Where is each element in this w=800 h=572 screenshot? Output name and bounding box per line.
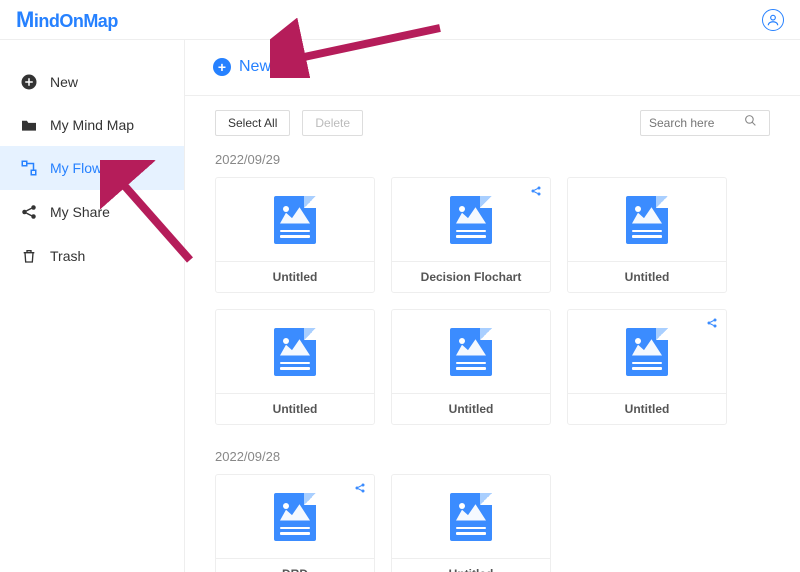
- plus-circle-icon: [20, 73, 38, 91]
- new-button-label: New: [239, 58, 271, 76]
- file-title: Decision Flochart: [392, 262, 550, 292]
- file-thumbnail: [568, 310, 726, 394]
- file-card[interactable]: DRD: [215, 474, 375, 572]
- share-icon: [20, 203, 38, 221]
- file-title: Untitled: [568, 262, 726, 292]
- new-button[interactable]: + New: [213, 58, 271, 76]
- sidebar-item-label: My Share: [50, 204, 110, 220]
- user-icon: [766, 13, 780, 27]
- share-badge-icon: [354, 481, 366, 499]
- file-title: Untitled: [216, 394, 374, 424]
- file-thumbnail: [392, 475, 550, 559]
- logo: MMindOnMapindOnMap: [16, 7, 118, 33]
- sidebar-item-mindmap[interactable]: My Mind Map: [0, 104, 184, 146]
- file-thumbnail: [392, 178, 550, 262]
- file-title: Untitled: [216, 262, 374, 292]
- file-title: Untitled: [392, 394, 550, 424]
- file-thumbnail: [216, 178, 374, 262]
- toolbar: Select All Delete: [185, 96, 800, 146]
- file-thumbnail: [216, 310, 374, 394]
- delete-button[interactable]: Delete: [302, 110, 363, 136]
- sidebar-item-label: My Flow Chart: [50, 160, 140, 176]
- share-badge-icon: [706, 316, 718, 334]
- search-box[interactable]: [640, 110, 770, 136]
- file-card[interactable]: Untitled: [215, 177, 375, 293]
- sidebar-item-new[interactable]: New: [0, 60, 184, 104]
- file-card[interactable]: Untitled: [391, 309, 551, 425]
- file-grid: DRD Untitled: [185, 474, 800, 572]
- sidebar-item-label: Trash: [50, 248, 85, 264]
- file-card[interactable]: Untitled: [391, 474, 551, 572]
- search-icon: [744, 114, 757, 132]
- file-card[interactable]: Untitled: [215, 309, 375, 425]
- file-card[interactable]: Untitled: [567, 177, 727, 293]
- file-title: Untitled: [392, 559, 550, 572]
- date-label: 2022/09/28: [185, 443, 800, 474]
- content-area: + New Select All Delete 2022/09/29 Untit…: [185, 40, 800, 572]
- topbar: MMindOnMapindOnMap: [0, 0, 800, 40]
- file-thumbnail: [568, 178, 726, 262]
- profile-avatar[interactable]: [762, 9, 784, 31]
- sidebar-item-trash[interactable]: Trash: [0, 234, 184, 278]
- file-card[interactable]: Decision Flochart: [391, 177, 551, 293]
- search-input[interactable]: [649, 116, 744, 130]
- sidebar-item-label: New: [50, 74, 78, 90]
- file-thumbnail: [216, 475, 374, 559]
- plus-icon: +: [213, 58, 231, 76]
- sidebar-item-label: My Mind Map: [50, 117, 134, 133]
- date-label: 2022/09/29: [185, 146, 800, 177]
- select-all-button[interactable]: Select All: [215, 110, 290, 136]
- folder-icon: [20, 118, 38, 132]
- file-grid: Untitled Decision Flochart Untitled Unti…: [185, 177, 800, 443]
- sidebar-item-flowchart[interactable]: My Flow Chart: [0, 146, 184, 190]
- share-badge-icon: [530, 184, 542, 202]
- file-title: DRD: [216, 559, 374, 572]
- trash-icon: [20, 247, 38, 265]
- file-card[interactable]: Untitled: [567, 309, 727, 425]
- file-title: Untitled: [568, 394, 726, 424]
- sidebar-item-share[interactable]: My Share: [0, 190, 184, 234]
- sidebar: New My Mind Map My Flow Chart My Share T…: [0, 40, 185, 572]
- file-thumbnail: [392, 310, 550, 394]
- flowchart-icon: [20, 159, 38, 177]
